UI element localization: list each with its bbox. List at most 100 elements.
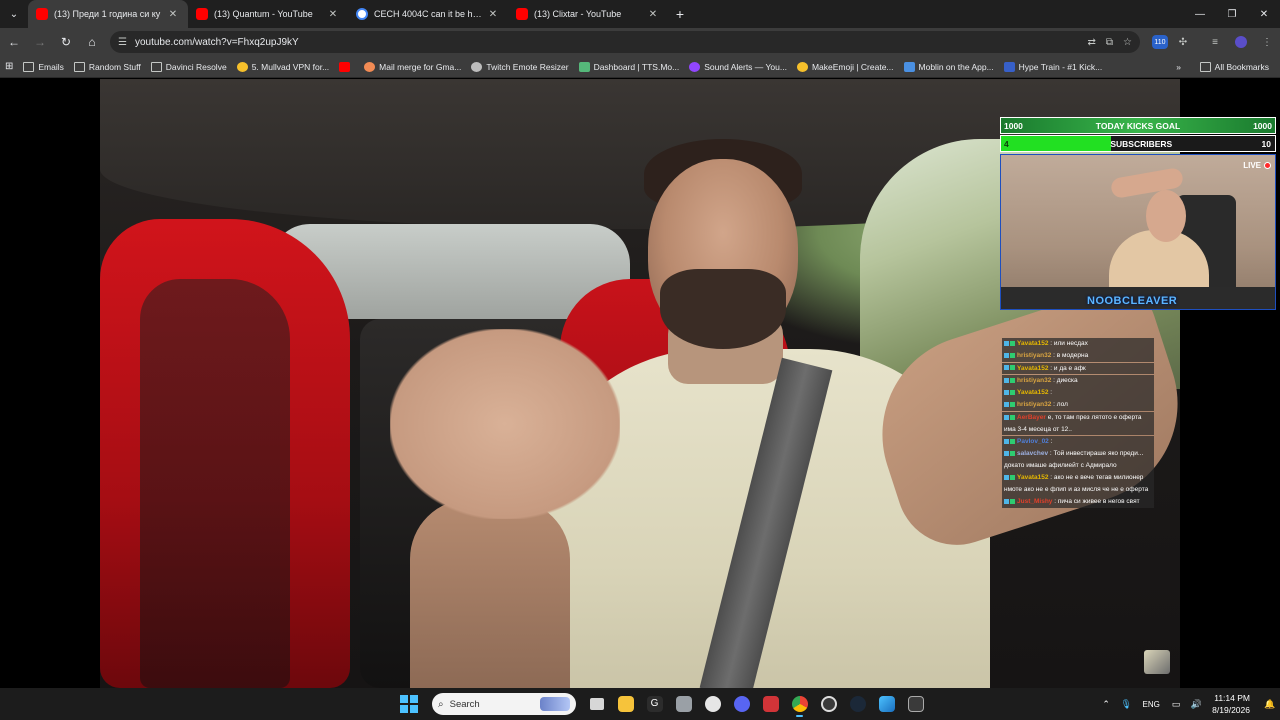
notifications-icon[interactable]: 🔔: [1260, 699, 1280, 710]
bookmark-emails[interactable]: Emails: [18, 61, 69, 72]
microphone-icon[interactable]: 🎙: [1116, 699, 1136, 710]
bookmark-emote-resizer[interactable]: Twitch Emote Resizer: [466, 61, 573, 72]
language-indicator[interactable]: ENG: [1136, 700, 1166, 709]
capture-app-icon[interactable]: [669, 690, 698, 718]
network-icon[interactable]: ▭: [1166, 699, 1186, 710]
folder-icon: [23, 61, 35, 72]
bookmark-makeemoji[interactable]: MakeEmoji | Create...: [792, 61, 899, 72]
bookmark-label: Dashboard | TTS.Mo...: [593, 61, 680, 72]
bookmark-label: 5. Mullvad VPN for...: [251, 61, 330, 72]
task-view-icon[interactable]: [582, 690, 611, 718]
chat-message: Pavlov_02 :: [1002, 435, 1154, 448]
chat-badge-icon: [1004, 475, 1009, 481]
close-window-icon[interactable]: ✕: [1248, 0, 1280, 28]
discord-icon[interactable]: [727, 690, 756, 718]
minimize-icon[interactable]: —: [1184, 0, 1216, 28]
terminal-icon[interactable]: [901, 690, 930, 718]
address-bar[interactable]: ☰ youtube.com/watch?v=Fhxq2upJ9kY ⇄ ⧉ ☆: [110, 31, 1140, 53]
close-tab-icon[interactable]: ✕: [326, 9, 340, 20]
bookmark-random-stuff[interactable]: Random Stuff: [69, 61, 146, 72]
windows-start-icon[interactable]: [398, 693, 420, 715]
taskbar-center: ⌕ Search G: [392, 688, 930, 720]
bookmark-hype-train[interactable]: Hype Train - #1 Kick...: [999, 61, 1108, 72]
file-explorer-icon[interactable]: [611, 690, 640, 718]
bookmarks-overflow-icon[interactable]: »: [1171, 62, 1186, 72]
mail-merge-icon: [364, 61, 376, 72]
chat-username: Yavata152: [1017, 389, 1049, 397]
bookmark-label: Sound Alerts — You...: [704, 61, 787, 72]
chat-message: Yavata152 :: [1002, 387, 1154, 399]
subscribers-goal-bar: 4 SUBSCRIBERS 10: [1000, 135, 1276, 152]
chrome-icon[interactable]: [785, 690, 814, 718]
chat-badge-icon: [1004, 353, 1009, 359]
close-tab-icon[interactable]: ✕: [646, 9, 660, 20]
bookmark-davinci[interactable]: Davinci Resolve: [146, 61, 232, 72]
photos-icon[interactable]: [872, 690, 901, 718]
media-icon[interactable]: ≡: [1204, 31, 1226, 53]
back-icon[interactable]: ←: [2, 30, 26, 54]
obs-icon[interactable]: [814, 690, 843, 718]
chat-badge-icon: [1010, 499, 1015, 505]
tab-search-icon[interactable]: ⌄: [0, 9, 28, 20]
clock[interactable]: 11:14 PM 8/19/2026: [1212, 692, 1250, 716]
live-dot-icon: [1264, 162, 1271, 169]
tray-overflow-icon[interactable]: ⌃: [1096, 699, 1116, 710]
browser-tab-3[interactable]: CECH 4004C can it be hacked - ✕: [348, 0, 508, 28]
search-highlight-icon: [540, 697, 570, 711]
chat-badge-icon: [1004, 365, 1009, 371]
bookmark-label: Emails: [38, 61, 64, 72]
streamer-head: [1146, 190, 1186, 242]
app-g-icon[interactable]: G: [640, 690, 669, 718]
davinci-icon[interactable]: [698, 690, 727, 718]
bookmark-mail-merge[interactable]: Mail merge for Gma...: [359, 61, 466, 72]
folder-icon: [73, 61, 85, 72]
bookmark-label: Random Stuff: [88, 61, 141, 72]
subscribers-label: SUBSCRIBERS: [1110, 138, 1173, 149]
close-tab-icon[interactable]: ✕: [486, 9, 500, 20]
install-icon[interactable]: ⧉: [1106, 37, 1113, 48]
chat-text: :: [1050, 389, 1053, 397]
menu-dots-icon[interactable]: ⋮: [1256, 31, 1278, 53]
chat-badge-icon: [1010, 414, 1015, 420]
reload-icon[interactable]: ↻: [54, 30, 78, 54]
home-icon[interactable]: ⌂: [80, 30, 104, 54]
url-text: youtube.com/watch?v=Fhxq2upJ9kY: [134, 36, 299, 48]
bookmark-mullvad[interactable]: 5. Mullvad VPN for...: [232, 61, 334, 72]
profile-avatar[interactable]: [1230, 31, 1252, 53]
app-store-icon: [903, 61, 915, 72]
close-tab-icon[interactable]: ✕: [166, 9, 180, 20]
translate-icon[interactable]: ⇄: [1088, 37, 1096, 48]
forward-icon[interactable]: →: [28, 30, 52, 54]
new-tab-button[interactable]: +: [668, 6, 692, 22]
chat-username: hristiyan32: [1017, 376, 1052, 384]
site-info-icon[interactable]: ☰: [118, 37, 127, 48]
bookmark-youtube[interactable]: [334, 61, 359, 72]
bookmark-sound-alerts[interactable]: Sound Alerts — You...: [684, 61, 792, 72]
hype-train-icon: [1003, 61, 1015, 72]
extension-badge-icon[interactable]: 110: [1152, 35, 1168, 49]
browser-tab-2[interactable]: (13) Quantum - YouTube ✕: [188, 0, 348, 28]
maximize-icon[interactable]: ❐: [1216, 0, 1248, 28]
extensions-puzzle-icon[interactable]: ✣: [1172, 31, 1194, 53]
all-bookmarks[interactable]: All Bookmarks: [1195, 61, 1274, 72]
app-red-icon[interactable]: [756, 690, 785, 718]
bookmark-moblin[interactable]: Moblin on the App...: [899, 61, 999, 72]
steam-icon[interactable]: [843, 690, 872, 718]
video-viewport[interactable]: 1000 TODAY KICKS GOAL 1000 4 SUBSCRIBERS…: [0, 79, 1280, 688]
live-indicator: LIVE: [1243, 161, 1271, 170]
browser-tab-4[interactable]: (13) Clixtar - YouTube ✕: [508, 0, 668, 28]
taskbar-search[interactable]: ⌕ Search: [432, 693, 576, 715]
browser-tab-1[interactable]: (13) Преди 1 година си ку ✕: [28, 0, 188, 28]
windows-taskbar: ⌕ Search G ⌃ 🎙 ENG ▭ 🔊 11:14 PM 8/19/202…: [0, 688, 1280, 720]
chat-username: Just_Mishy: [1017, 498, 1053, 506]
chat-badge-icon: [1004, 377, 1009, 383]
apps-grid-icon[interactable]: ⊞: [0, 61, 18, 72]
system-tray: ⌃ 🎙 ENG ▭ 🔊 11:14 PM 8/19/2026 🔔: [1096, 688, 1280, 720]
person-beard: [660, 269, 786, 349]
chat-badge-icon: [1010, 340, 1015, 346]
chat-username: salavchev: [1017, 450, 1049, 458]
bookmark-star-icon[interactable]: ☆: [1123, 37, 1132, 48]
bookmark-tts-dashboard[interactable]: Dashboard | TTS.Mo...: [574, 61, 685, 72]
volume-icon[interactable]: 🔊: [1186, 699, 1206, 710]
chat-message: hristiyan32 : диеска: [1002, 374, 1154, 387]
